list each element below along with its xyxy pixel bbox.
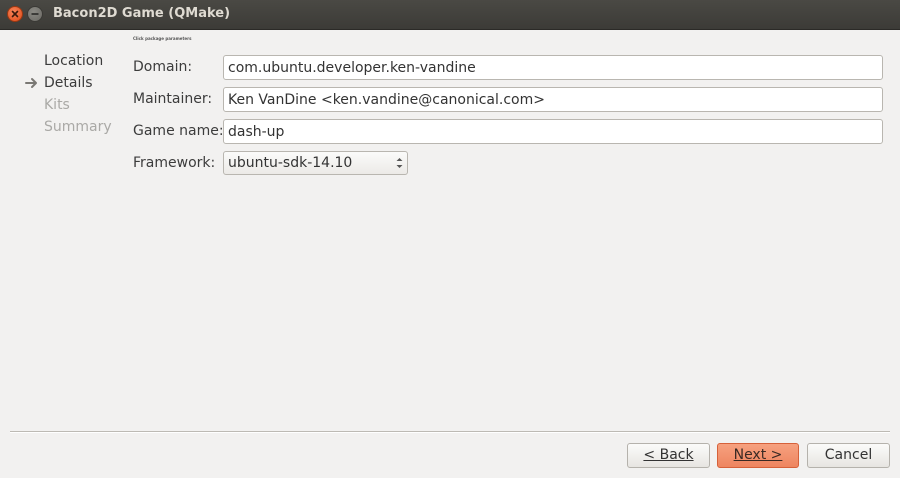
step-label: Details bbox=[44, 75, 93, 91]
game-name-label: Game name: bbox=[133, 123, 224, 139]
step-summary: Summary bbox=[24, 116, 112, 138]
close-window-button[interactable] bbox=[7, 6, 23, 22]
maintainer-row: Maintainer: bbox=[133, 87, 883, 113]
domain-row: Domain: bbox=[133, 55, 883, 81]
minimize-icon bbox=[31, 13, 39, 15]
framework-select[interactable]: ubuntu-sdk-14.10 bbox=[223, 151, 408, 175]
maintainer-label: Maintainer: bbox=[133, 91, 213, 107]
framework-label: Framework: bbox=[133, 155, 216, 171]
game-name-field[interactable] bbox=[223, 119, 883, 144]
step-label: Kits bbox=[44, 97, 70, 113]
step-label: Location bbox=[44, 53, 104, 69]
domain-label: Domain: bbox=[133, 59, 193, 75]
window-title: Bacon2D Game (QMake) bbox=[53, 6, 231, 21]
up-down-arrows-icon bbox=[396, 158, 403, 168]
framework-row: Framework: ubuntu-sdk-14.10 bbox=[133, 151, 883, 177]
cancel-button[interactable]: Cancel bbox=[807, 443, 890, 468]
title-bar: Bacon2D Game (QMake) bbox=[0, 0, 900, 30]
close-icon bbox=[11, 10, 19, 18]
wizard-steps: Location Details Kits Summary bbox=[24, 50, 112, 138]
step-details: Details bbox=[24, 72, 112, 94]
current-step-arrow-icon bbox=[25, 78, 37, 88]
button-separator bbox=[10, 431, 890, 433]
next-button[interactable]: Next > bbox=[717, 443, 799, 468]
page-heading: Click package parameters bbox=[133, 36, 192, 41]
game-name-row: Game name: bbox=[133, 119, 883, 145]
maintainer-field[interactable] bbox=[223, 87, 883, 112]
step-label: Summary bbox=[44, 119, 112, 135]
step-location: Location bbox=[24, 50, 112, 72]
minimize-window-button[interactable] bbox=[27, 6, 43, 22]
step-kits: Kits bbox=[24, 94, 112, 116]
domain-field[interactable] bbox=[223, 55, 883, 80]
framework-value: ubuntu-sdk-14.10 bbox=[228, 155, 353, 171]
back-button[interactable]: < Back bbox=[627, 443, 710, 468]
